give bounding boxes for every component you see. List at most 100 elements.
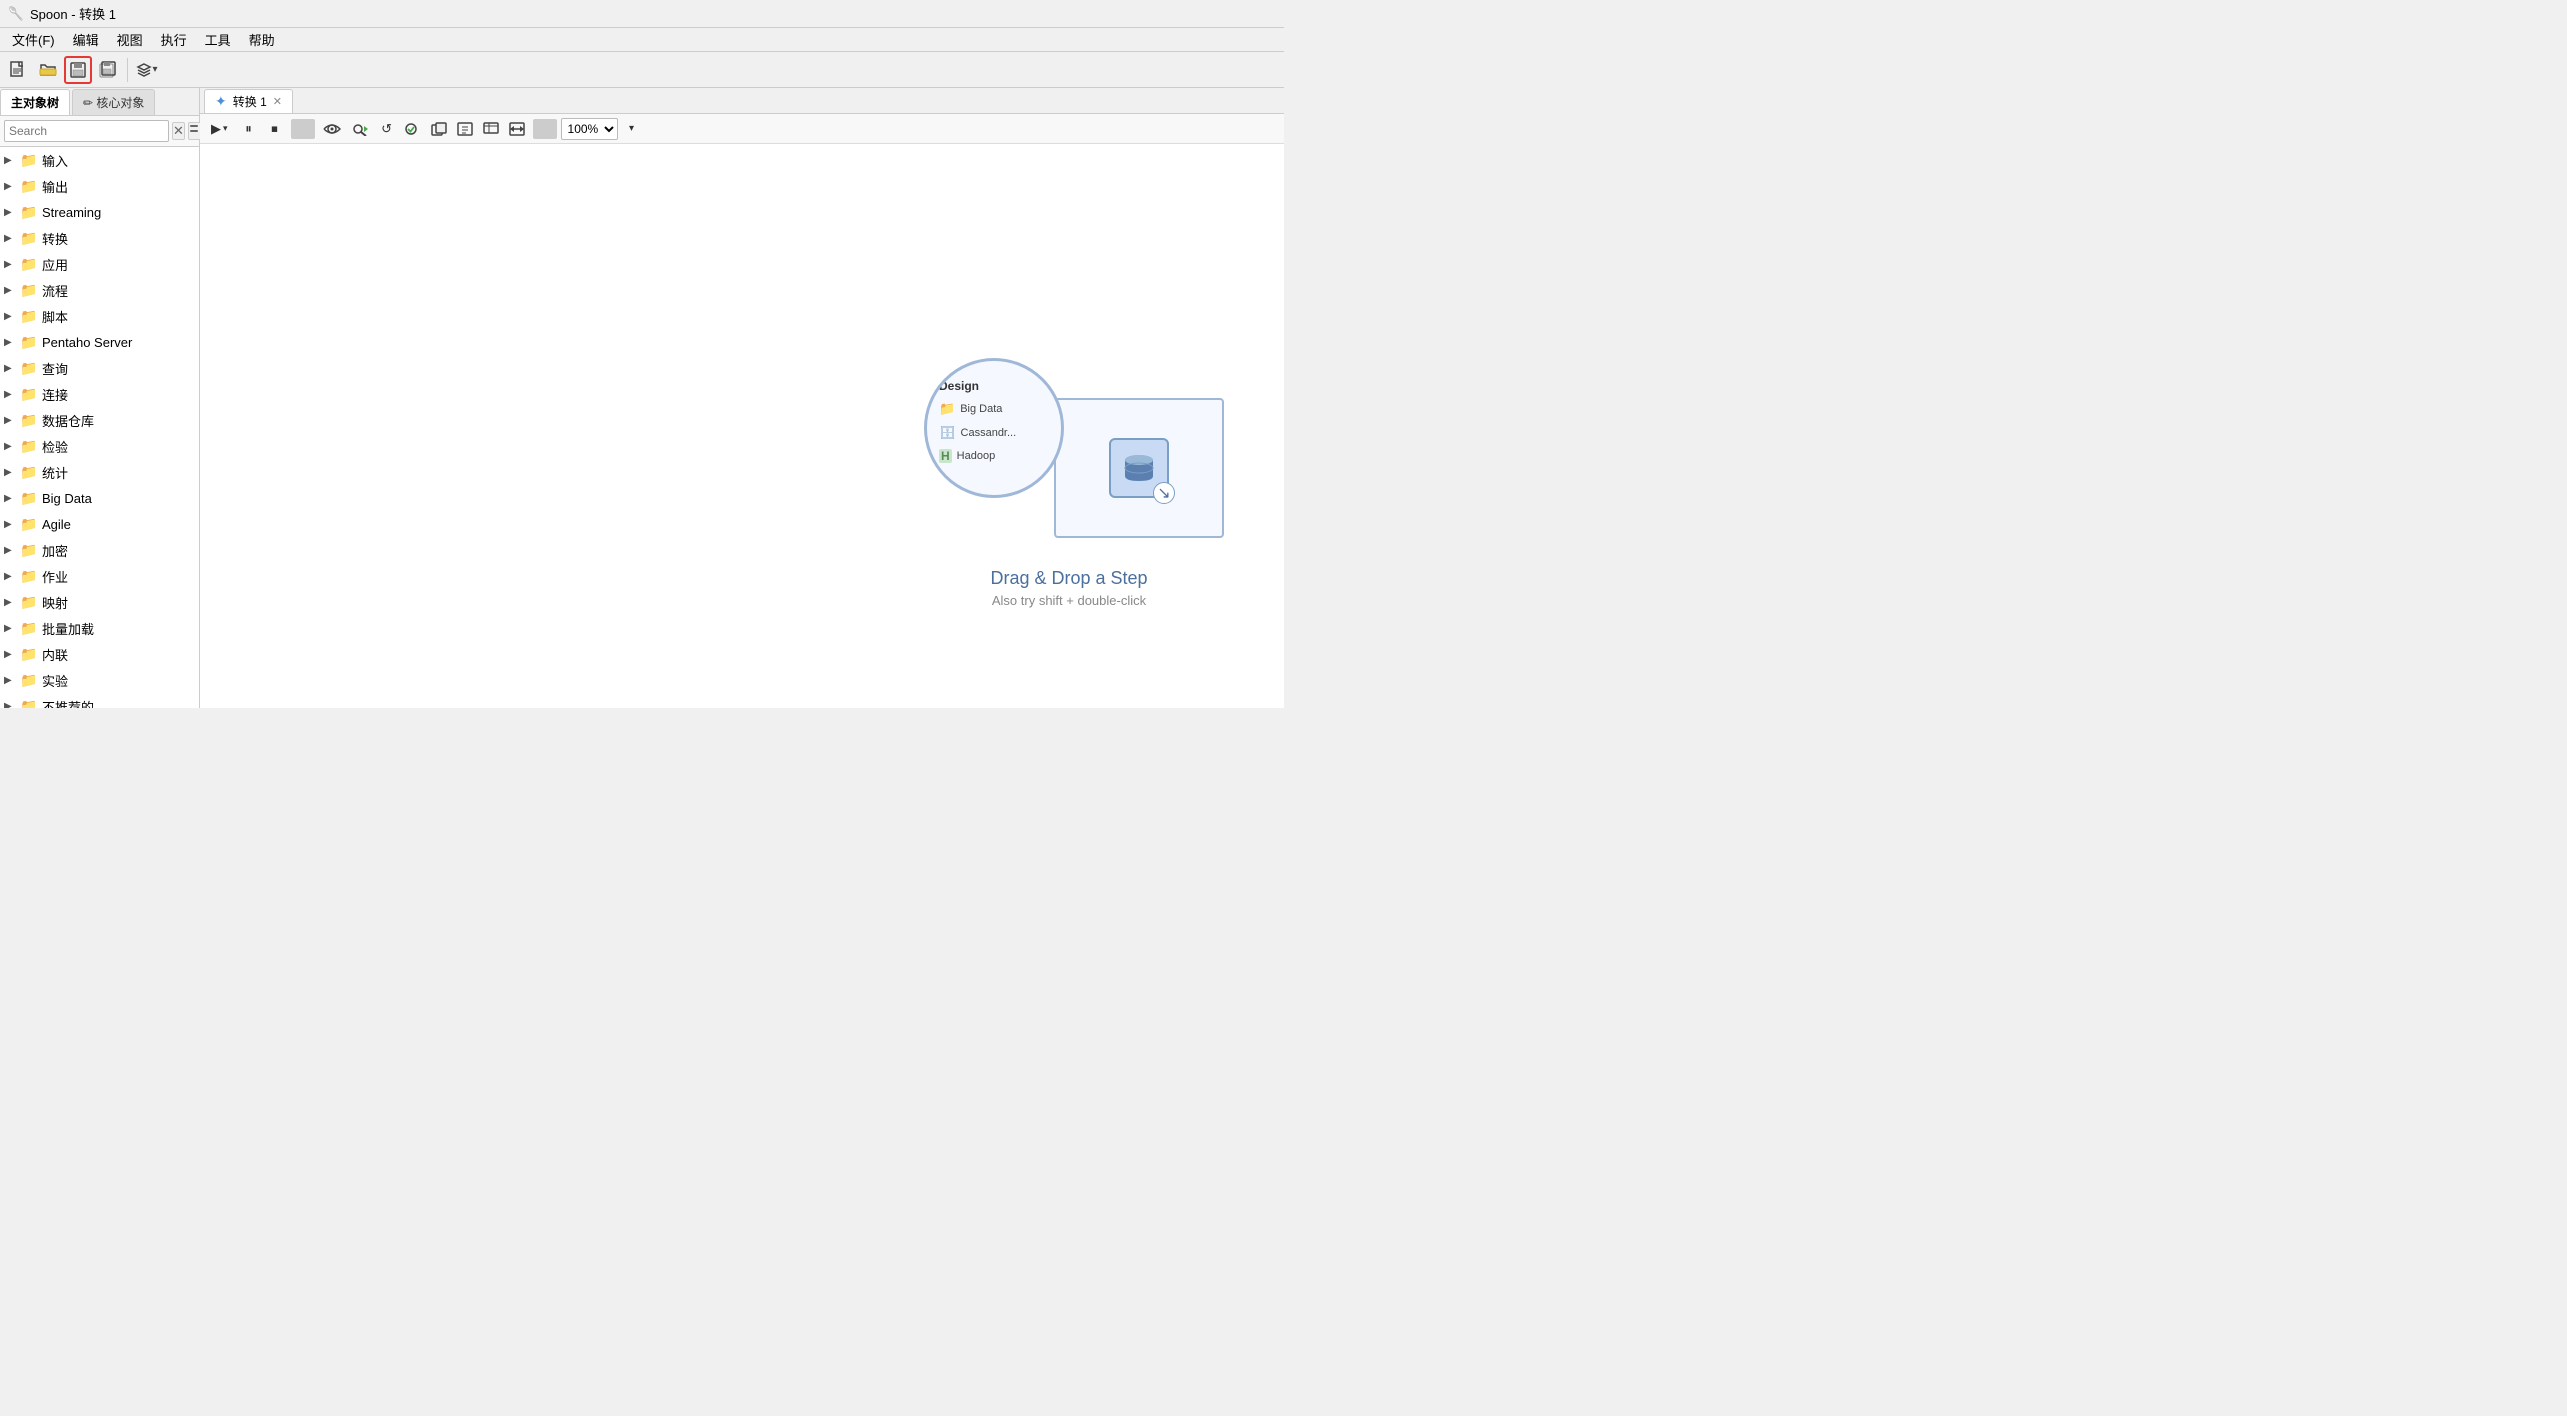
canvas-area[interactable]: Design 📁 Big Data 🗄 Cassandr... H Hadoop: [200, 144, 1284, 708]
layers-button[interactable]: ▾: [133, 56, 161, 84]
tree-item[interactable]: ▶ 📁 统计: [0, 459, 199, 485]
tree-item[interactable]: ▶ 📁 Agile: [0, 511, 199, 537]
folder-icon: 📁: [20, 438, 38, 455]
check-button[interactable]: [401, 117, 425, 141]
menu-execute[interactable]: 执行: [153, 28, 195, 51]
menu-tools[interactable]: 工具: [197, 28, 239, 51]
tree-item[interactable]: ▶ 📁 映射: [0, 589, 199, 615]
expand-arrow-icon: ▶: [4, 545, 20, 556]
save-all-button[interactable]: [94, 56, 122, 84]
tree-item[interactable]: ▶ 📁 查询: [0, 355, 199, 381]
tree-item[interactable]: ▶ 📁 Streaming: [0, 199, 199, 225]
replay-button[interactable]: ↺: [375, 117, 399, 141]
canvas-tab-icon: ✦: [215, 93, 227, 110]
tree-item[interactable]: ▶ 📁 不推荐的: [0, 693, 199, 708]
expand-arrow-icon: ▶: [4, 623, 20, 634]
stop-button[interactable]: ⏹: [263, 117, 287, 141]
step-db-icon: [1109, 438, 1169, 498]
menu-view[interactable]: 视图: [109, 28, 151, 51]
tree-item[interactable]: ▶ 📁 内联: [0, 641, 199, 667]
new-file-button[interactable]: [4, 56, 32, 84]
tab-core-objects[interactable]: ✏ 核心对象: [72, 89, 155, 115]
tree-item-label: 应用: [42, 255, 68, 274]
pause-button[interactable]: ⏸: [237, 117, 261, 141]
canvas-toolbar: ▶▾ ⏸ ⏹ ↺: [200, 114, 1284, 144]
tree-item-label: 输出: [42, 177, 68, 196]
panel-tabs: 主对象树 ✏ 核心对象: [0, 88, 199, 116]
right-panel: ✦ 转换 1 ✕ ▶▾ ⏸ ⏹: [200, 88, 1284, 708]
tab-main-objects[interactable]: 主对象树: [0, 89, 70, 115]
copy-results-button[interactable]: [427, 117, 451, 141]
folder-icon: 📁: [20, 594, 38, 611]
menu-file[interactable]: 文件(F): [4, 28, 63, 51]
folder-icon: 📁: [20, 386, 38, 403]
folder-icon: 📁: [20, 256, 38, 273]
tree-item[interactable]: ▶ 📁 应用: [0, 251, 199, 277]
tree-list: ▶ 📁 输入 ▶ 📁 输出 ▶ 📁 Streaming ▶ 📁 转换 ▶ 📁 应…: [0, 147, 199, 708]
zoom-select[interactable]: 100% 75% 50% 125% 150%: [561, 118, 618, 140]
left-panel: 主对象树 ✏ 核心对象 ✕ ▶ 📁 输入: [0, 88, 200, 708]
expand-arrow-icon: ▶: [4, 519, 20, 530]
tree-item-label: 映射: [42, 593, 68, 612]
drag-drop-illustration: Design 📁 Big Data 🗄 Cassandr... H Hadoop: [914, 358, 1224, 558]
expand-arrow-icon: ▶: [4, 493, 20, 504]
tree-item-label: 加密: [42, 541, 68, 560]
expand-arrow-icon: ▶: [4, 675, 20, 686]
zoom-dropdown[interactable]: ▾: [620, 117, 644, 141]
menu-edit[interactable]: 编辑: [65, 28, 107, 51]
menu-help[interactable]: 帮助: [241, 28, 283, 51]
debug-button[interactable]: [347, 117, 373, 141]
canvas-tab-transform1[interactable]: ✦ 转换 1 ✕: [204, 89, 293, 113]
tree-item[interactable]: ▶ 📁 检验: [0, 433, 199, 459]
folder-icon: 📁: [20, 568, 38, 585]
tree-item-label: 连接: [42, 385, 68, 404]
canvas-tab-close[interactable]: ✕: [273, 95, 282, 108]
folder-icon: 📁: [20, 464, 38, 481]
tree-item[interactable]: ▶ 📁 Pentaho Server: [0, 329, 199, 355]
search-input[interactable]: [4, 120, 169, 142]
magnifier-item-bigdata: 📁 Big Data: [939, 401, 1002, 417]
tree-item-label: 内联: [42, 645, 68, 664]
main-area: 主对象树 ✏ 核心对象 ✕ ▶ 📁 输入: [0, 88, 1284, 708]
tree-item[interactable]: ▶ 📁 脚本: [0, 303, 199, 329]
save-results-button[interactable]: [453, 117, 477, 141]
expand-arrow-icon: ▶: [4, 649, 20, 660]
tree-item[interactable]: ▶ 📁 数据仓库: [0, 407, 199, 433]
tree-item-label: 查询: [42, 359, 68, 378]
folder-icon: 📁: [20, 412, 38, 429]
folder-icon: 📁: [20, 542, 38, 559]
tree-item-label: 作业: [42, 567, 68, 586]
app-icon: 🥄: [8, 6, 24, 22]
zoom-fit-button[interactable]: [505, 117, 529, 141]
tree-item[interactable]: ▶ 📁 作业: [0, 563, 199, 589]
preview-button[interactable]: [319, 117, 345, 141]
tree-item[interactable]: ▶ 📁 输出: [0, 173, 199, 199]
folder-icon: 📁: [20, 672, 38, 689]
canvas-tabs: ✦ 转换 1 ✕: [200, 88, 1284, 114]
tree-item[interactable]: ▶ 📁 转换: [0, 225, 199, 251]
tree-item[interactable]: ▶ 📁 实验: [0, 667, 199, 693]
tree-item[interactable]: ▶ 📁 加密: [0, 537, 199, 563]
tree-item[interactable]: ▶ 📁 连接: [0, 381, 199, 407]
tree-item[interactable]: ▶ 📁 批量加载: [0, 615, 199, 641]
expand-arrow-icon: ▶: [4, 181, 20, 192]
magnifier-circle: Design 📁 Big Data 🗄 Cassandr... H Hadoop: [924, 358, 1064, 498]
tree-item[interactable]: ▶ 📁 流程: [0, 277, 199, 303]
folder-icon: 📁: [20, 360, 38, 377]
separator-2: [533, 119, 557, 139]
save-file-button[interactable]: [64, 56, 92, 84]
tree-item-label: 转换: [42, 229, 68, 248]
tree-item-label: 流程: [42, 281, 68, 300]
magnifier-cassandra-label: Cassandr...: [961, 427, 1017, 439]
tree-item[interactable]: ▶ 📁 Big Data: [0, 485, 199, 511]
expand-arrow-icon: ▶: [4, 311, 20, 322]
search-clear-button[interactable]: ✕: [172, 122, 185, 140]
expand-arrow-icon: ▶: [4, 233, 20, 244]
magnifier-hadoop-label: Hadoop: [957, 450, 996, 462]
run-button[interactable]: ▶▾: [204, 117, 235, 141]
tree-item[interactable]: ▶ 📁 输入: [0, 147, 199, 173]
tree-item-label: 实验: [42, 671, 68, 690]
canvas-tab-label: 转换 1: [233, 93, 267, 110]
open-file-button[interactable]: [34, 56, 62, 84]
show-results-button[interactable]: [479, 117, 503, 141]
